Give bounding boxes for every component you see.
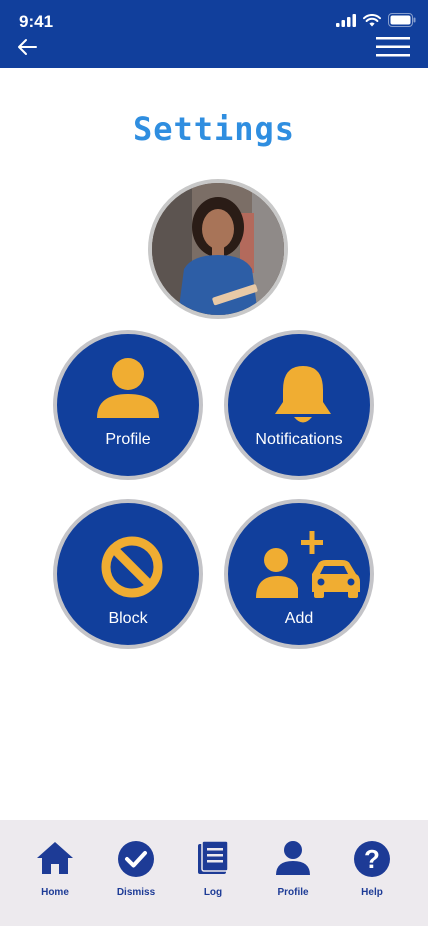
notifications-tile-button[interactable]: Notifications: [224, 330, 374, 480]
status-time: 9:41: [19, 12, 54, 31]
add-person-car-icon: [256, 531, 360, 598]
block-icon: [101, 536, 163, 598]
bell-icon: [275, 366, 331, 423]
nav-item-profile[interactable]: Profile: [258, 840, 328, 910]
check-circle-icon: [118, 841, 154, 877]
notifications-tile-label: Notifications: [255, 431, 343, 448]
nav-label-dismiss: Dismiss: [116, 887, 156, 898]
wifi-icon: [363, 13, 381, 26]
nav-item-dismiss[interactable]: Dismiss: [101, 840, 171, 910]
avatar[interactable]: [148, 179, 288, 319]
block-tile-button[interactable]: Block: [53, 499, 203, 649]
nav-item-help[interactable]: ? Help: [337, 840, 407, 910]
profile-tile-label: Profile: [105, 431, 151, 448]
log-icon: [198, 840, 229, 874]
svg-text:?: ?: [364, 844, 380, 874]
block-tile-label: Block: [108, 610, 148, 627]
page-title: Settings: [132, 110, 296, 148]
help-icon: ?: [354, 841, 390, 877]
battery-icon: [388, 13, 416, 27]
signal-icon: [336, 13, 356, 27]
status-icons: [336, 13, 416, 27]
hamburger-menu-icon[interactable]: [376, 36, 410, 58]
profile-tile-button[interactable]: Profile: [53, 330, 203, 480]
nav-item-log[interactable]: Log: [178, 840, 248, 910]
top-bar: 9:41: [0, 0, 428, 68]
nav-label-help: Help: [361, 887, 383, 898]
person-icon: [97, 358, 159, 418]
nav-item-home[interactable]: Home: [20, 840, 90, 910]
nav-label-profile: Profile: [277, 887, 309, 898]
back-arrow-icon[interactable]: [16, 36, 38, 58]
home-icon: [37, 842, 73, 874]
nav-label-home: Home: [41, 887, 69, 898]
person-icon: [276, 841, 310, 875]
add-tile-label: Add: [284, 610, 314, 627]
avatar-photo: [152, 183, 284, 315]
add-tile-button[interactable]: Add: [224, 499, 374, 649]
nav-label-log: Log: [203, 887, 223, 898]
bottom-nav: Home Dismiss Log Profile ? Help: [0, 820, 428, 926]
